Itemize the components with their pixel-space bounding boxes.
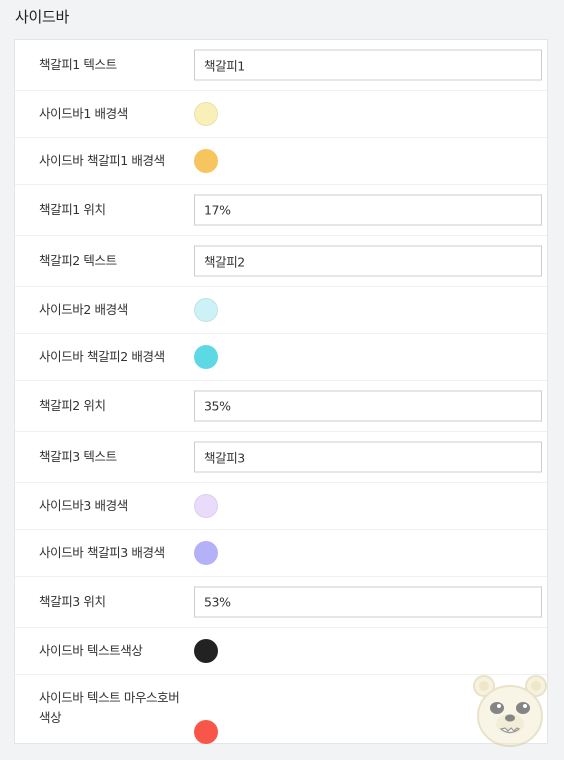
bookmark1-position-label: 책갈피1 위치 — [39, 202, 106, 217]
row-bookmark1-position: 책갈피1 위치 — [15, 185, 547, 236]
bear-face-icon — [473, 675, 547, 747]
bookmark1-text-label: 책갈피1 텍스트 — [39, 57, 117, 72]
sidebar1-bg-label: 사이드바1 배경색 — [39, 106, 128, 121]
bookmark2-text-label: 책갈피2 텍스트 — [39, 253, 117, 268]
row-bookmark3-text: 책갈피3 텍스트 — [15, 432, 547, 483]
sidebar3-bg-color-swatch[interactable] — [194, 494, 218, 518]
row-sidebar1-bg: 사이드바1 배경색 — [15, 91, 547, 138]
bookmark1-position-input[interactable] — [194, 194, 542, 226]
row-sidebar3-bg: 사이드바3 배경색 — [15, 483, 547, 530]
sidebar3-bg-label: 사이드바3 배경색 — [39, 498, 128, 513]
sidebar-text-color-swatch[interactable] — [194, 639, 218, 663]
bookmark3-text-label: 책갈피3 텍스트 — [39, 449, 117, 464]
sidebar-text-hover-color-swatch[interactable] — [194, 720, 218, 744]
row-sidebar2-bg: 사이드바2 배경색 — [15, 287, 547, 334]
row-sidebar-bookmark2-bg: 사이드바 책갈피2 배경색 — [15, 334, 547, 381]
bookmark3-position-label: 책갈피3 위치 — [39, 594, 106, 609]
sidebar-bookmark1-bg-color-swatch[interactable] — [194, 149, 218, 173]
sidebar1-bg-color-swatch[interactable] — [194, 102, 218, 126]
sidebar2-bg-label: 사이드바2 배경색 — [39, 302, 128, 317]
row-sidebar-text-hover-color: 사이드바 텍스트 마우스호버 색상 — [15, 675, 547, 745]
bookmark1-text-input[interactable] — [194, 49, 542, 81]
sidebar-bookmark3-bg-label: 사이드바 책갈피3 배경색 — [39, 545, 165, 560]
sidebar-bookmark1-bg-label: 사이드바 책갈피1 배경색 — [39, 153, 165, 168]
sidebar-settings-panel: 책갈피1 텍스트 사이드바1 배경색 사이드바 책갈피1 배경색 책갈피1 위치… — [14, 39, 548, 744]
row-sidebar-text-color: 사이드바 텍스트색상 — [15, 628, 547, 675]
sidebar-bookmark2-bg-label: 사이드바 책갈피2 배경색 — [39, 349, 165, 364]
row-bookmark2-position: 책갈피2 위치 — [15, 381, 547, 432]
row-sidebar-bookmark3-bg: 사이드바 책갈피3 배경색 — [15, 530, 547, 577]
bookmark2-position-input[interactable] — [194, 390, 542, 422]
sidebar-text-color-label: 사이드바 텍스트색상 — [39, 643, 143, 658]
row-bookmark2-text: 책갈피2 텍스트 — [15, 236, 547, 287]
bookmark2-text-input[interactable] — [194, 245, 542, 277]
row-bookmark1-text: 책갈피1 텍스트 — [15, 40, 547, 91]
bookmark3-position-input[interactable] — [194, 586, 542, 618]
bookmark3-text-input[interactable] — [194, 441, 542, 473]
sidebar2-bg-color-swatch[interactable] — [194, 298, 218, 322]
sidebar-bookmark3-bg-color-swatch[interactable] — [194, 541, 218, 565]
sidebar-text-hover-color-label: 사이드바 텍스트 마우스호버 색상 — [39, 690, 180, 725]
bookmark2-position-label: 책갈피2 위치 — [39, 398, 106, 413]
section-title: 사이드바 — [15, 8, 70, 26]
sidebar-bookmark2-bg-color-swatch[interactable] — [194, 345, 218, 369]
row-sidebar-bookmark1-bg: 사이드바 책갈피1 배경색 — [15, 138, 547, 185]
row-bookmark3-position: 책갈피3 위치 — [15, 577, 547, 628]
